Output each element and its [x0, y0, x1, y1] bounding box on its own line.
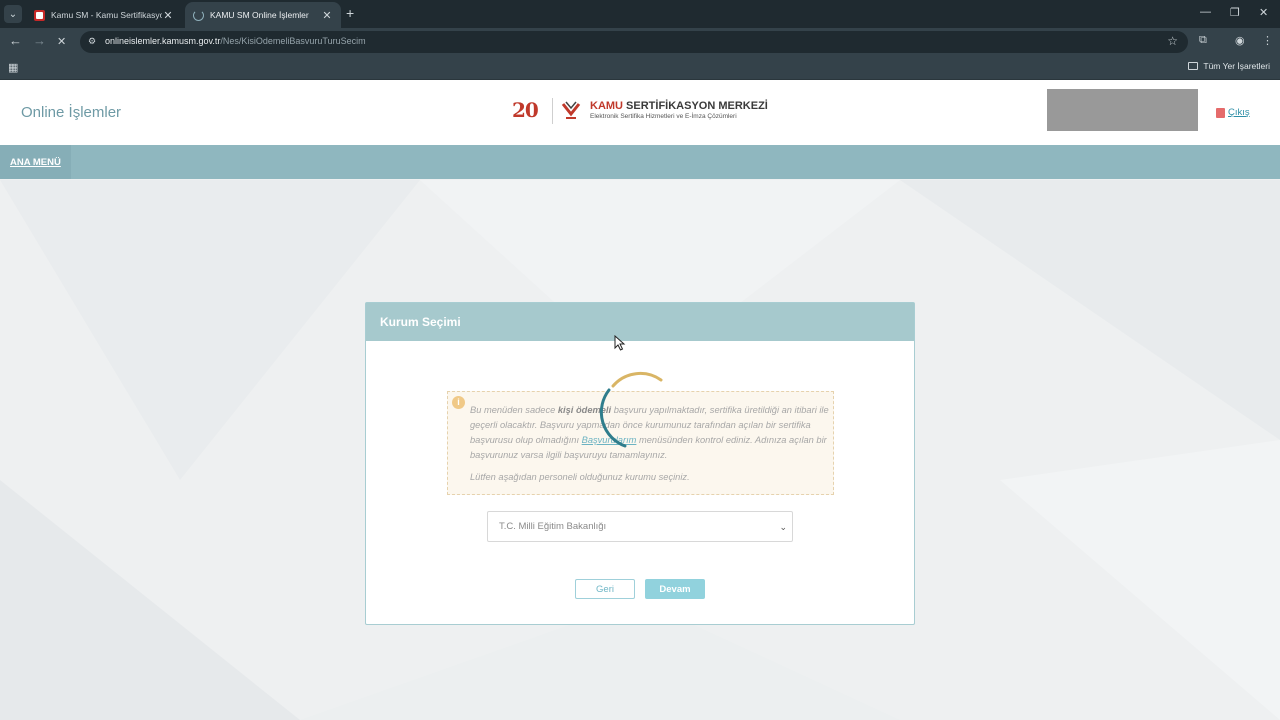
browser-menu-icon[interactable]: ⋮ — [1262, 34, 1273, 47]
browser-tab-active[interactable]: KAMU SM Online İşlemler ✕ — [185, 2, 341, 28]
institution-select[interactable]: T.C. Milli Eğitim Bakanlığı ⌄ — [487, 511, 793, 542]
stop-loading-icon[interactable]: ✕ — [57, 35, 66, 49]
site-header: Online İşlemler 20 KAMU SERTİFİKASYON ME… — [0, 80, 1280, 145]
back-arrow-icon[interactable]: ← — [9, 34, 22, 48]
all-bookmarks-button[interactable]: Tüm Yer İşaretleri — [1188, 61, 1270, 71]
kamusm-logo[interactable]: 20 KAMU SERTİFİKASYON MERKEZİ Elektronik… — [512, 96, 768, 128]
selected-institution: T.C. Milli Eğitim Bakanlığı — [499, 521, 607, 532]
all-bookmarks-label: Tüm Yer İşaretleri — [1203, 61, 1270, 71]
logout-icon — [1216, 107, 1225, 118]
mouse-cursor-icon — [614, 335, 626, 351]
anniversary-mark: 20 — [512, 98, 539, 122]
notice-instruction: Lütfen aşağıdan personeli olduğunuz kuru… — [470, 472, 690, 482]
bookmarks-bar: ▦ Tüm Yer İşaretleri — [0, 56, 1280, 80]
browser-tab-strip: ⌄ Kamu SM - Kamu Sertifikasyon ✕ KAMU SM… — [0, 0, 1280, 28]
close-tab-icon[interactable]: ✕ — [162, 9, 174, 22]
site-settings-icon[interactable]: ⚙ — [88, 36, 99, 47]
close-tab-icon[interactable]: ✕ — [321, 9, 333, 22]
logout-label: Çıkış — [1228, 107, 1250, 118]
card-title: Kurum Seçimi — [366, 303, 914, 341]
logo-divider — [552, 98, 553, 124]
minimize-icon[interactable]: — — [1200, 6, 1211, 18]
bookmark-star-icon[interactable]: ☆ — [1167, 34, 1178, 48]
logout-link[interactable]: Çıkış — [1216, 107, 1250, 118]
restore-icon[interactable]: ❐ — [1230, 6, 1240, 19]
browser-toolbar: ← → ✕ ⚙ onlineislemler.kamusm.gov.tr/Nes… — [0, 28, 1280, 56]
site-title[interactable]: Online İşlemler — [21, 104, 121, 121]
loading-spinner-icon — [599, 372, 663, 448]
logo-tagline: Elektronik Sertifika Hizmetleri ve E-İmz… — [590, 113, 737, 120]
continue-button[interactable]: Devam — [645, 579, 705, 599]
menu-item-ana-menu[interactable]: ANA MENÜ — [0, 145, 71, 179]
tab-title: KAMU SM Online İşlemler — [210, 10, 309, 20]
tab-search-icon[interactable]: ⌄ — [4, 5, 22, 23]
profile-icon[interactable]: ◉ — [1235, 34, 1245, 47]
site-favicon-icon — [34, 9, 45, 21]
back-button[interactable]: Geri — [575, 579, 635, 599]
institution-selection-card: Kurum Seçimi i Bu menüden sadece kişi öd… — [365, 302, 915, 625]
folder-icon — [1188, 62, 1199, 70]
logo-org-name: KAMU SERTİFİKASYON MERKEZİ — [590, 100, 768, 112]
forward-arrow-icon[interactable]: → — [33, 34, 46, 48]
info-icon: i — [452, 396, 465, 409]
browser-tab[interactable]: Kamu SM - Kamu Sertifikasyon ✕ — [26, 2, 182, 28]
tab-title: Kamu SM - Kamu Sertifikasyon — [51, 10, 162, 20]
close-window-icon[interactable]: ✕ — [1259, 6, 1268, 19]
main-menu-bar: ANA MENÜ — [0, 145, 1280, 179]
loading-icon — [193, 9, 204, 21]
extensions-icon[interactable]: ⧉ — [1199, 34, 1207, 47]
url-text: onlineislemler.kamusm.gov.tr/Nes/KisiOde… — [105, 36, 366, 46]
tubitak-bilgem-icon — [561, 101, 581, 119]
redacted-user-info — [1047, 89, 1198, 131]
chevron-down-icon: ⌄ — [779, 522, 787, 532]
new-tab-icon[interactable]: + — [346, 6, 354, 20]
address-bar[interactable]: ⚙ onlineislemler.kamusm.gov.tr/Nes/KisiO… — [80, 31, 1188, 53]
page-viewport: Online İşlemler 20 KAMU SERTİFİKASYON ME… — [0, 80, 1280, 720]
apps-grid-icon[interactable]: ▦ — [8, 61, 18, 74]
